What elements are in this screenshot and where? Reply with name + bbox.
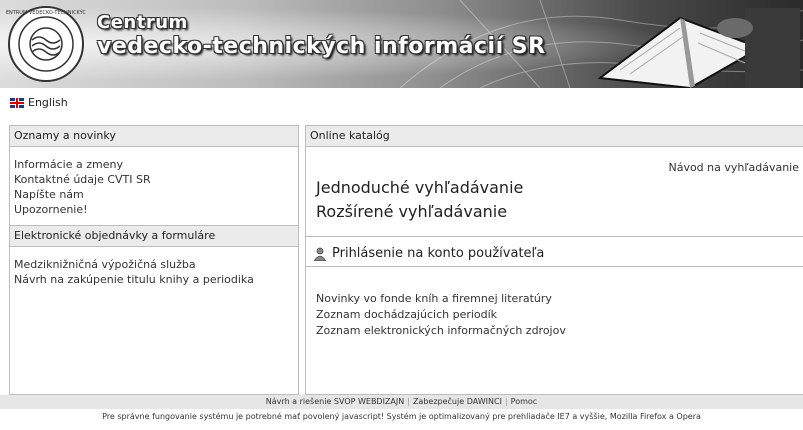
- link-info-changes[interactable]: Informácie a zmeny: [14, 157, 298, 172]
- link-new-books[interactable]: Novinky vo fonde kníh a firemnej literat…: [316, 291, 566, 307]
- advanced-search-link[interactable]: Rozšírené vyhľadávanie: [316, 202, 507, 221]
- right-panel: Online katalóg Návod na vyhľadávanie Jed…: [305, 125, 803, 395]
- site-title-line1: Centrum: [97, 12, 188, 33]
- link-e-resources[interactable]: Zoznam elektronických informačných zdroj…: [316, 323, 566, 339]
- uk-flag-icon: [10, 97, 24, 108]
- cvti-logo-seal: CENTRUM VEDECKO-TECHNICKÝCH: [6, 6, 86, 82]
- language-label: English: [28, 96, 68, 109]
- login-label: Prihlásenie na konto používateľa: [332, 246, 545, 261]
- link-write-us[interactable]: Napíšte nám: [14, 187, 298, 202]
- link-contact[interactable]: Kontaktné údaje CVTI SR: [14, 172, 298, 187]
- news-section-title: Oznamy a novinky: [10, 126, 298, 147]
- footer-dawinci-link[interactable]: Zabezpečuje DAWINCI: [413, 397, 502, 406]
- orders-section-title: Elektronické objednávky a formuláre: [10, 225, 298, 247]
- news-links: Informácie a zmeny Kontaktné údaje CVTI …: [10, 147, 298, 225]
- catalog-links: Novinky vo fonde kníh a firemnej literat…: [316, 291, 566, 339]
- user-icon: [314, 247, 326, 261]
- left-panel: Oznamy a novinky Informácie a zmeny Kont…: [9, 125, 299, 395]
- link-interlibrary-loan[interactable]: Medziknižničná výpožičná služba: [14, 257, 298, 272]
- divider-top: [306, 236, 803, 237]
- footer-help-link[interactable]: Pomoc: [511, 397, 538, 406]
- user-login-link[interactable]: Prihlásenie na konto používateľa: [314, 246, 544, 261]
- english-language-link[interactable]: English: [10, 96, 68, 109]
- site-title-line2: vedecko-technických informácií SR: [97, 34, 546, 59]
- book-reader-image: [597, 8, 800, 88]
- simple-search-link[interactable]: Jednoduché vyhľadávanie: [316, 178, 523, 197]
- search-help-link[interactable]: Návod na vyhľadávanie: [668, 161, 799, 174]
- link-purchase-proposal[interactable]: Návrh na zakúpenie titulu knihy a period…: [14, 272, 298, 287]
- footer-design-link[interactable]: Návrh a riešenie SVOP WEBDIZAJN: [266, 397, 404, 406]
- link-warning[interactable]: Upozornenie!: [14, 202, 298, 217]
- browser-requirement-note: Pre správne fungovanie systému je potreb…: [102, 412, 701, 421]
- header-banner: CENTRUM VEDECKO-TECHNICKÝCH Centrum vede…: [0, 0, 803, 88]
- footer-separator: |: [504, 397, 508, 406]
- footer-separator: |: [407, 397, 410, 406]
- catalog-title: Online katalóg: [306, 126, 803, 147]
- link-periodicals[interactable]: Zoznam dochádzajúcich periodík: [316, 307, 566, 323]
- svg-text:CENTRUM VEDECKO-TECHNICKÝCH: CENTRUM VEDECKO-TECHNICKÝCH: [6, 9, 86, 16]
- divider-bottom: [306, 266, 803, 267]
- footer-bar: Návrh a riešenie SVOP WEBDIZAJN | Zabezpeč…: [0, 395, 803, 409]
- orders-links: Medziknižničná výpožičná služba Návrh na…: [10, 247, 298, 295]
